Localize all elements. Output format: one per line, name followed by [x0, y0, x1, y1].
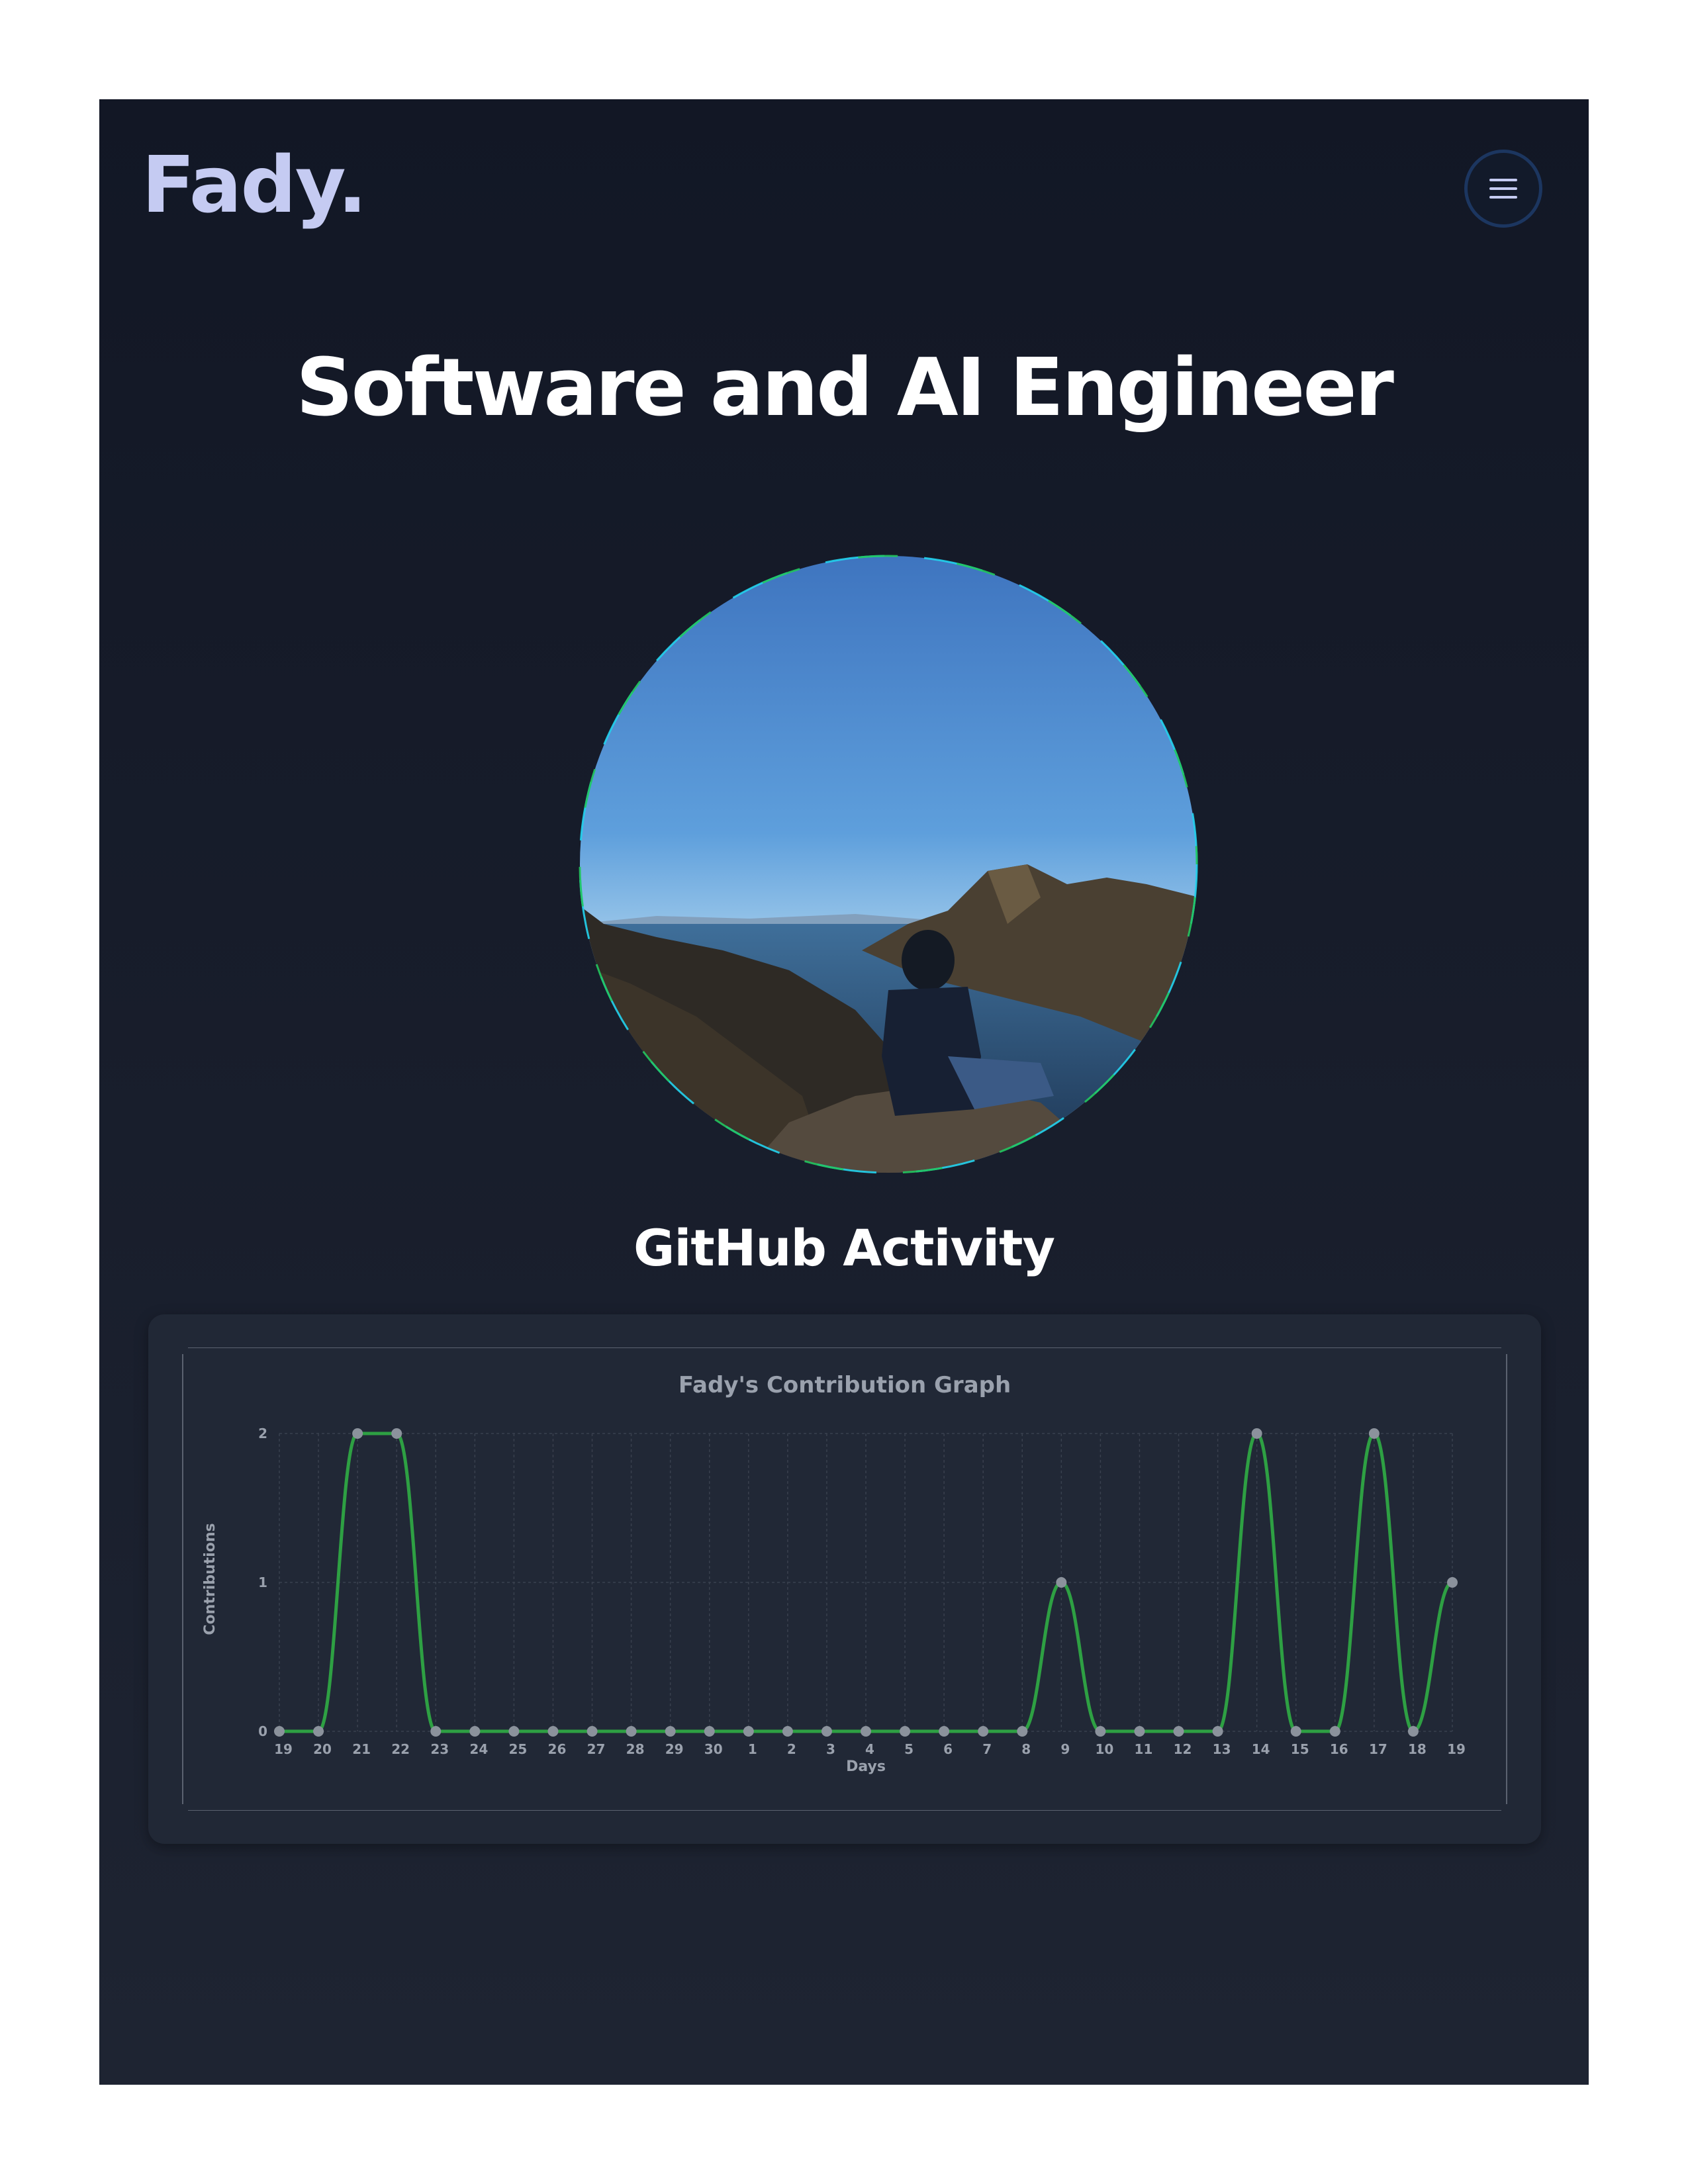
data-point[interactable]	[1447, 1577, 1458, 1588]
x-tick-label: 17	[1369, 1741, 1387, 1757]
x-tick-label: 3	[826, 1741, 835, 1757]
x-tick-label: 13	[1213, 1741, 1231, 1757]
data-point[interactable]	[547, 1726, 559, 1737]
y-tick-label: 2	[258, 1426, 267, 1441]
chart-svg: Fady's Contribution Graph Contributions …	[182, 1347, 1507, 1811]
x-tick-label: 4	[865, 1741, 874, 1757]
x-tick-label: 24	[469, 1741, 488, 1757]
data-point[interactable]	[1134, 1726, 1145, 1737]
data-point[interactable]	[1368, 1428, 1380, 1439]
menu-button[interactable]	[1464, 150, 1542, 228]
x-tick-label: 19	[1447, 1741, 1466, 1757]
data-point[interactable]	[939, 1726, 950, 1737]
x-tick-label: 21	[352, 1741, 371, 1757]
x-tick-label: 29	[665, 1741, 684, 1757]
data-point[interactable]	[1212, 1726, 1223, 1737]
x-tick-label: 18	[1408, 1741, 1427, 1757]
data-point[interactable]	[1095, 1726, 1106, 1737]
chart-title: Fady's Contribution Graph	[679, 1372, 1011, 1398]
x-tick-label: 30	[704, 1741, 723, 1757]
x-tick-label: 12	[1174, 1741, 1192, 1757]
x-tick-label: 25	[508, 1741, 527, 1757]
data-point[interactable]	[1329, 1726, 1340, 1737]
x-tick-label: 1	[748, 1741, 757, 1757]
hero-title: Software and AI Engineer	[296, 342, 1394, 434]
data-point[interactable]	[743, 1726, 754, 1737]
x-axis-title: Days	[846, 1758, 886, 1775]
data-point[interactable]	[821, 1726, 832, 1737]
data-point[interactable]	[1407, 1726, 1419, 1737]
x-tick-label: 7	[982, 1741, 992, 1757]
data-point[interactable]	[1173, 1726, 1184, 1737]
x-tick-label: 19	[274, 1741, 293, 1757]
data-point[interactable]	[704, 1726, 715, 1737]
chart-card: Fady's Contribution Graph Contributions …	[148, 1314, 1541, 1844]
data-point[interactable]	[978, 1726, 989, 1737]
data-point[interactable]	[900, 1726, 911, 1737]
data-point[interactable]	[508, 1726, 520, 1737]
x-tick-label: 8	[1021, 1741, 1031, 1757]
y-tick-label: 0	[258, 1723, 267, 1739]
x-tick-label: 26	[548, 1741, 567, 1757]
x-tick-label: 22	[391, 1741, 410, 1757]
x-tick-label: 16	[1330, 1741, 1348, 1757]
data-point[interactable]	[1290, 1726, 1301, 1737]
data-point[interactable]	[586, 1726, 598, 1737]
data-point[interactable]	[313, 1726, 324, 1737]
data-point[interactable]	[1056, 1577, 1067, 1588]
data-point[interactable]	[352, 1428, 363, 1439]
data-point[interactable]	[274, 1726, 285, 1737]
x-tick-label: 15	[1291, 1741, 1309, 1757]
x-tick-label: 5	[904, 1741, 914, 1757]
y-tick-label: 1	[258, 1574, 267, 1590]
x-tick-label: 6	[943, 1741, 953, 1757]
hamburger-menu-icon	[1489, 179, 1517, 199]
data-point[interactable]	[782, 1726, 793, 1737]
data-point[interactable]	[469, 1726, 481, 1737]
data-point[interactable]	[430, 1726, 442, 1737]
y-axis-title: Contributions	[202, 1523, 218, 1635]
x-tick-label: 28	[626, 1741, 645, 1757]
x-tick-label: 20	[313, 1741, 332, 1757]
section-title: GitHub Activity	[633, 1218, 1055, 1277]
data-point[interactable]	[391, 1428, 402, 1439]
avatar	[577, 553, 1199, 1175]
data-point[interactable]	[1017, 1726, 1028, 1737]
data-point[interactable]	[665, 1726, 676, 1737]
x-tick-label: 23	[430, 1741, 449, 1757]
x-tick-label: 27	[587, 1741, 606, 1757]
x-tick-label: 10	[1095, 1741, 1113, 1757]
x-tick-label: 11	[1135, 1741, 1153, 1757]
data-point[interactable]	[861, 1726, 871, 1737]
data-point[interactable]	[626, 1726, 637, 1737]
x-tick-label: 9	[1060, 1741, 1070, 1757]
contribution-chart: Fady's Contribution Graph Contributions …	[181, 1347, 1508, 1811]
data-point[interactable]	[1251, 1428, 1262, 1439]
page: Fady. Software and AI Engineer GitHub Ac…	[99, 99, 1589, 2085]
x-tick-label: 2	[787, 1741, 796, 1757]
x-tick-label: 14	[1252, 1741, 1270, 1757]
logo[interactable]: Fady.	[142, 146, 367, 224]
